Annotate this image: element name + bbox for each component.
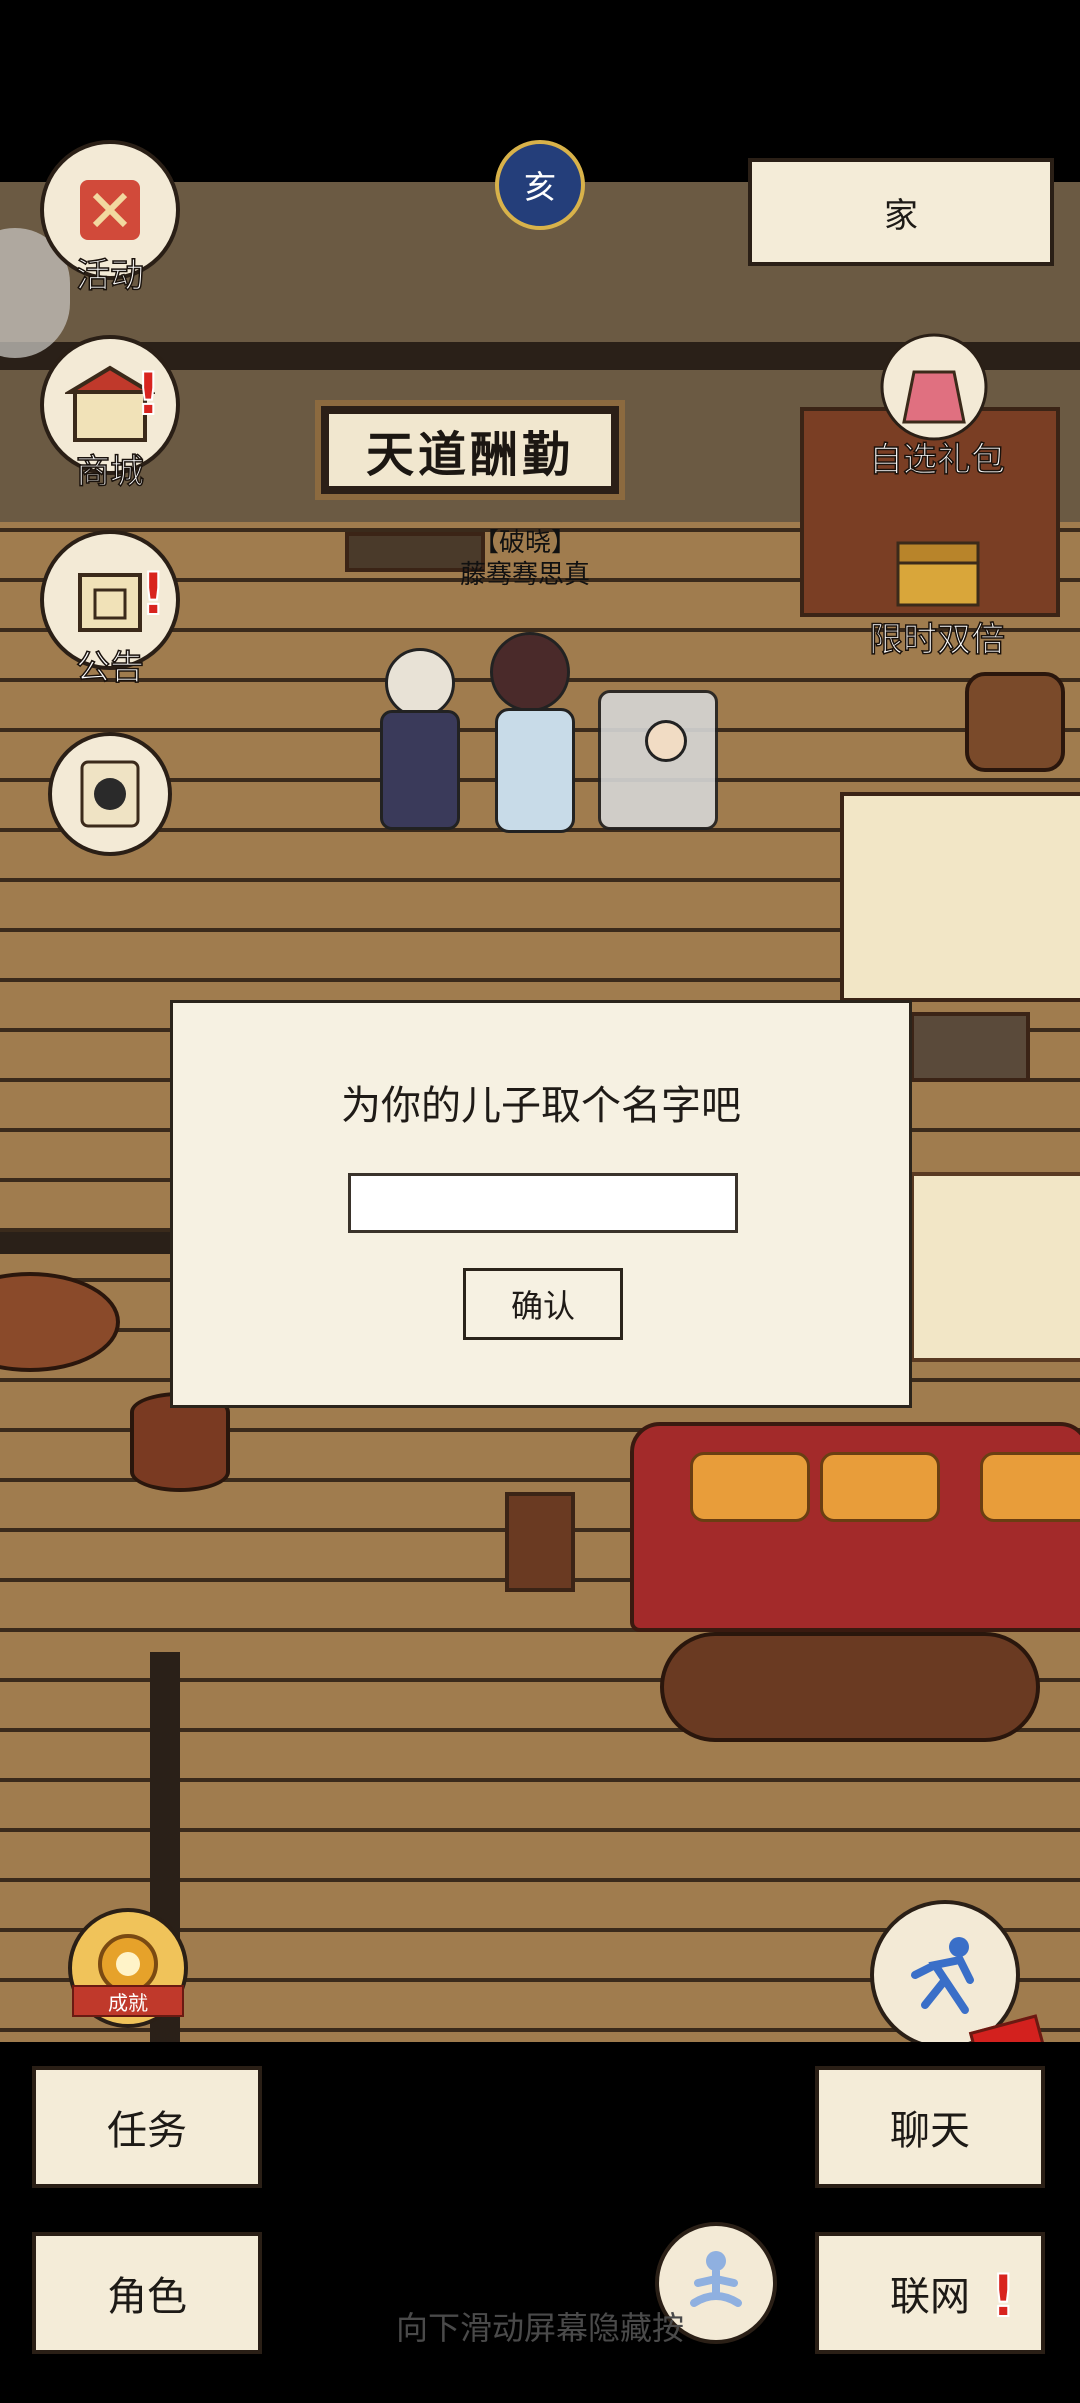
confirm-button[interactable]: 确认 bbox=[463, 1268, 623, 1340]
ninja-character[interactable] bbox=[380, 710, 460, 830]
swipe-hint: 向下滑动屏幕隐藏按 bbox=[395, 2309, 684, 2347]
wall-plaque: 天道酬勤 bbox=[315, 400, 625, 500]
plaque-text: 天道酬勤 bbox=[329, 414, 611, 486]
task-button[interactable]: 任务 bbox=[32, 2066, 262, 2188]
tea-table bbox=[660, 1632, 1040, 1742]
sofa-cushion bbox=[820, 1452, 940, 1522]
treasure-chest[interactable] bbox=[910, 1012, 1030, 1082]
child-name-input[interactable] bbox=[348, 1173, 738, 1233]
name-child-dialog: 为你的儿子取个名字吧 确认 bbox=[170, 1000, 912, 1408]
shop-label: 商城 bbox=[75, 451, 145, 493]
painting-screen bbox=[910, 1172, 1080, 1362]
girl-character[interactable] bbox=[495, 708, 575, 833]
vortex-scroll-icon bbox=[80, 760, 140, 828]
barrel bbox=[965, 672, 1065, 772]
scroll-portal-button[interactable] bbox=[48, 732, 172, 856]
shop-alert-icon: ! bbox=[134, 359, 162, 429]
home-button[interactable]: 家 bbox=[748, 158, 1054, 266]
running-figure-icon bbox=[911, 1937, 974, 2014]
treasure-chest-icon bbox=[896, 541, 980, 607]
character-name: 藤骞骞思真 bbox=[460, 560, 591, 590]
sofa-cushion bbox=[980, 1452, 1080, 1522]
event-label: 活动 bbox=[75, 255, 145, 297]
double-reward-label: 限时双倍 bbox=[868, 619, 1006, 661]
gift-bag-icon bbox=[880, 333, 988, 441]
time-moon-icon: 亥 bbox=[495, 140, 585, 230]
double-reward-button[interactable] bbox=[878, 520, 998, 620]
folding-screen bbox=[840, 792, 1080, 1002]
dialog-title: 为你的儿子取个名字吧 bbox=[341, 1083, 741, 1129]
notice-alert-icon: ! bbox=[139, 559, 167, 629]
baby-head bbox=[645, 720, 687, 762]
round-table bbox=[0, 1272, 120, 1372]
ninja-head[interactable] bbox=[385, 648, 455, 718]
achievement-label: 成就 bbox=[72, 1985, 184, 2017]
character-label: 【破晓】 藤骞骞思真 bbox=[460, 527, 590, 591]
sofa-cushion bbox=[690, 1452, 810, 1522]
girl-head[interactable] bbox=[490, 632, 570, 712]
character-title: 【破晓】 bbox=[473, 528, 578, 558]
chat-button[interactable]: 聊天 bbox=[815, 2066, 1045, 2188]
bonsai-stand bbox=[505, 1492, 575, 1592]
scroll-icon bbox=[80, 180, 140, 240]
notice-label: 公告 bbox=[75, 647, 145, 689]
gift-pack-label: 自选礼包 bbox=[868, 439, 1006, 481]
